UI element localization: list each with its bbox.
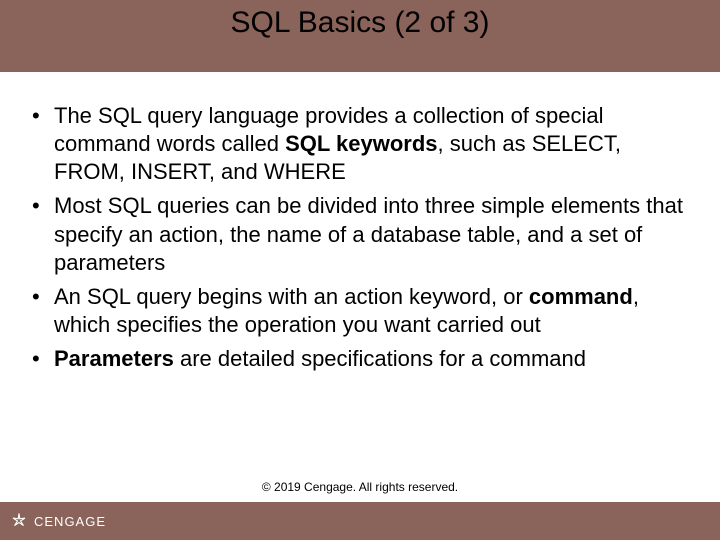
bullet-text: An SQL query begins with an action keywo… [54,284,529,309]
bullet-item: The SQL query language provides a collec… [26,102,694,186]
slide-title: SQL Basics (2 of 3) [231,6,490,40]
star-icon [10,512,28,530]
bullet-bold: Parameters [54,346,174,371]
bullet-text: Most SQL queries can be divided into thr… [54,193,683,274]
bullet-item: Most SQL queries can be divided into thr… [26,192,694,276]
footer-bar: © 2019 Cengage. All rights reserved. CEN… [0,502,720,540]
bullet-text: are detailed specifications for a comman… [174,346,586,371]
bullet-item: Parameters are detailed specifications f… [26,345,694,373]
bullet-list: The SQL query language provides a collec… [26,102,694,373]
brand-logo: CENGAGE [10,512,106,530]
title-band: SQL Basics (2 of 3) [0,0,720,72]
slide: SQL Basics (2 of 3) The SQL query langua… [0,0,720,540]
brand-name: CENGAGE [34,514,106,529]
bullet-bold: SQL keywords [285,131,437,156]
bullet-bold: command [529,284,633,309]
content-area: The SQL query language provides a collec… [0,72,720,540]
copyright-text: © 2019 Cengage. All rights reserved. [0,480,720,494]
bullet-item: An SQL query begins with an action keywo… [26,283,694,339]
